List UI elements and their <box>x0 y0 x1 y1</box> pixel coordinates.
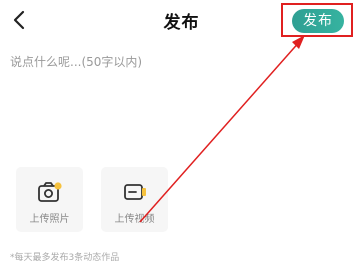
video-plus-icon <box>123 184 146 200</box>
publish-button[interactable]: 发布 <box>292 9 344 33</box>
content-input[interactable] <box>10 50 340 74</box>
upload-video-label: 上传视频 <box>114 214 155 225</box>
publish-screen: 发布 发布 上传照片 上传视频 *每天最多发布3条动态作品 <box>0 0 363 270</box>
upload-photo-label: 上传照片 <box>29 214 70 225</box>
publish-highlight-box: 发布 <box>281 3 353 37</box>
upload-video-button[interactable]: 上传视频 <box>101 167 168 232</box>
upload-photo-button[interactable]: 上传照片 <box>16 167 83 232</box>
camera-plus-icon <box>37 182 62 202</box>
daily-limit-note: *每天最多发布3条动态作品 <box>10 253 120 263</box>
